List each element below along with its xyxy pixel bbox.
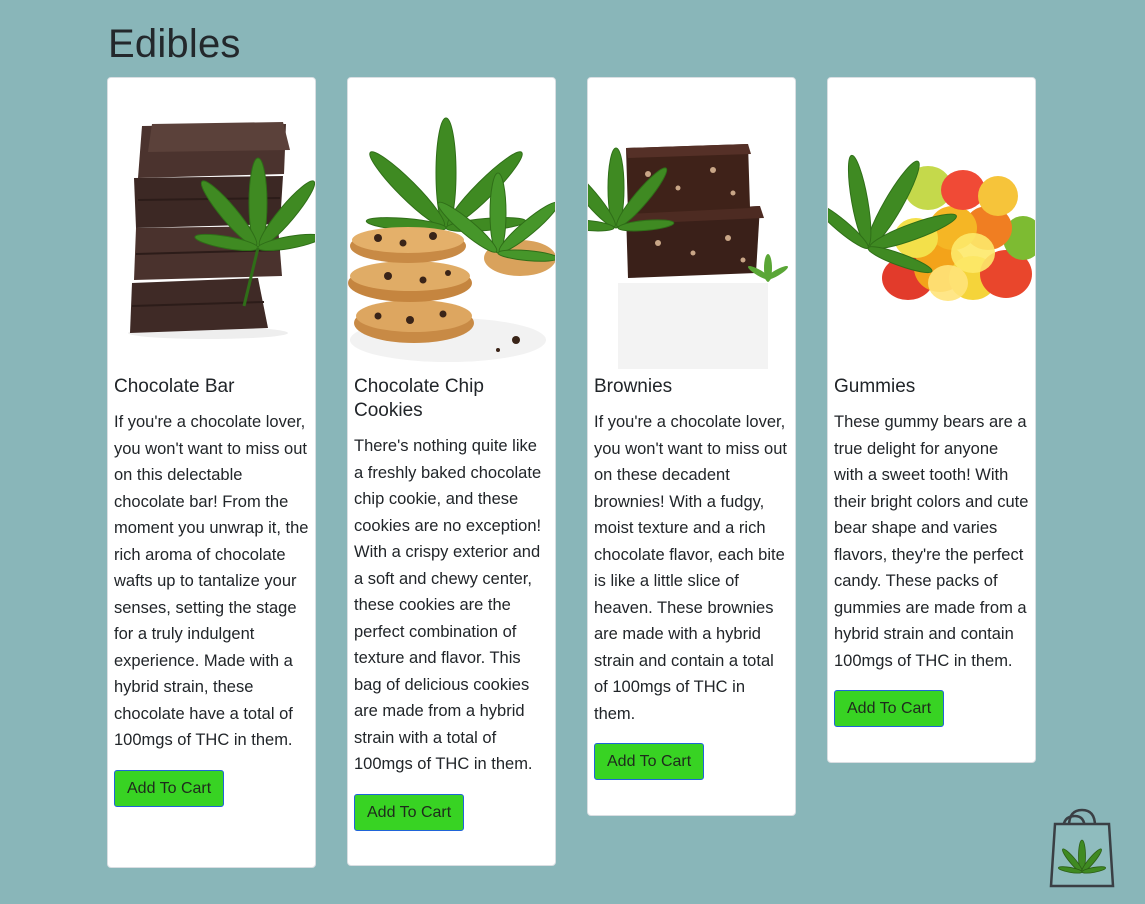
cookies-image bbox=[348, 78, 555, 369]
add-to-cart-button[interactable]: Add To Cart bbox=[114, 769, 225, 807]
product-description: These gummy bears are a true delight for… bbox=[834, 413, 1029, 670]
product-title: Chocolate Chip Cookies bbox=[354, 376, 484, 421]
page-title: Edibles bbox=[108, 22, 241, 66]
product-title: Brownies bbox=[594, 376, 673, 397]
product-card-chocolate-bar: Chocolate Bar If you're a chocolate love… bbox=[107, 77, 316, 868]
product-title: Gummies bbox=[834, 376, 916, 397]
product-title: Chocolate Bar bbox=[114, 376, 235, 397]
add-to-cart-button[interactable]: Add To Cart bbox=[354, 793, 465, 831]
product-description: If you're a chocolate lover, you won't w… bbox=[594, 413, 787, 723]
product-card-gummies: Gummies These gummy bears are a true del… bbox=[827, 77, 1036, 763]
brownies-image bbox=[588, 78, 795, 369]
chocolate-bar-image bbox=[108, 78, 315, 369]
shopping-bag-cannabis-icon[interactable] bbox=[1049, 806, 1115, 888]
product-card-brownies: Brownies If you're a chocolate lover, yo… bbox=[587, 77, 796, 816]
add-to-cart-button[interactable]: Add To Cart bbox=[594, 743, 705, 780]
product-card-chocolate-chip-cookies: Chocolate Chip Cookies There's nothing q… bbox=[347, 77, 556, 866]
product-description: If you're a chocolate lover, you won't w… bbox=[114, 413, 309, 749]
add-to-cart-button[interactable]: Add To Cart bbox=[834, 690, 945, 727]
product-description: There's nothing quite like a freshly bak… bbox=[354, 437, 542, 773]
gummies-image bbox=[828, 78, 1035, 369]
